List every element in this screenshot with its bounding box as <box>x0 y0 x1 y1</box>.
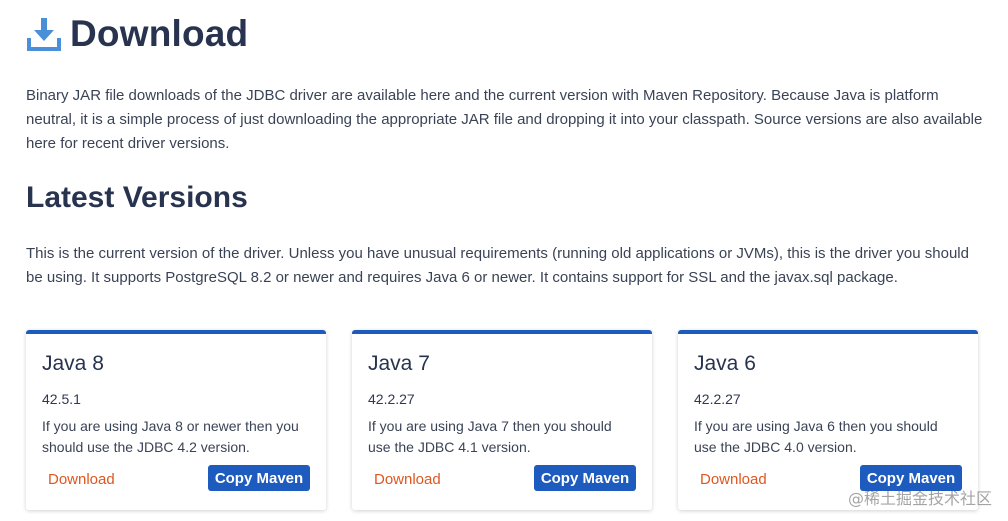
card-title: Java 7 <box>368 352 430 375</box>
card-description: If you are using Java 8 or newer then yo… <box>42 418 299 455</box>
card-version: 42.5.1 <box>42 391 81 407</box>
card-description: If you are using Java 7 then you should … <box>368 418 612 455</box>
download-link[interactable]: Download <box>700 471 767 488</box>
copy-maven-button[interactable]: Copy Maven <box>208 465 310 491</box>
download-link[interactable]: Download <box>374 471 441 488</box>
card-title: Java 8 <box>42 352 104 375</box>
watermark: @稀土掘金技术社区 <box>847 489 992 508</box>
card-java-7: Java 7 42.2.27 If you are using Java 7 t… <box>352 330 652 510</box>
card-description: If you are using Java 6 then you should … <box>694 418 938 455</box>
download-icon <box>26 16 62 52</box>
latest-versions-description: This is the current version of the drive… <box>26 245 969 286</box>
card-version: 42.2.27 <box>694 391 741 407</box>
page-header: Download <box>26 12 248 56</box>
copy-maven-button[interactable]: Copy Maven <box>534 465 636 491</box>
latest-versions-heading: Latest Versions <box>26 181 248 214</box>
card-version: 42.2.27 <box>368 391 415 407</box>
intro-paragraph: Binary JAR file downloads of the JDBC dr… <box>26 87 983 152</box>
page-title: Download <box>70 13 249 54</box>
download-link[interactable]: Download <box>48 471 115 488</box>
card-java-6: Java 6 42.2.27 If you are using Java 6 t… <box>678 330 978 510</box>
card-title: Java 6 <box>694 352 756 375</box>
version-cards: Java 8 42.5.1 If you are using Java 8 or… <box>26 330 986 521</box>
card-java-8: Java 8 42.5.1 If you are using Java 8 or… <box>26 330 326 510</box>
